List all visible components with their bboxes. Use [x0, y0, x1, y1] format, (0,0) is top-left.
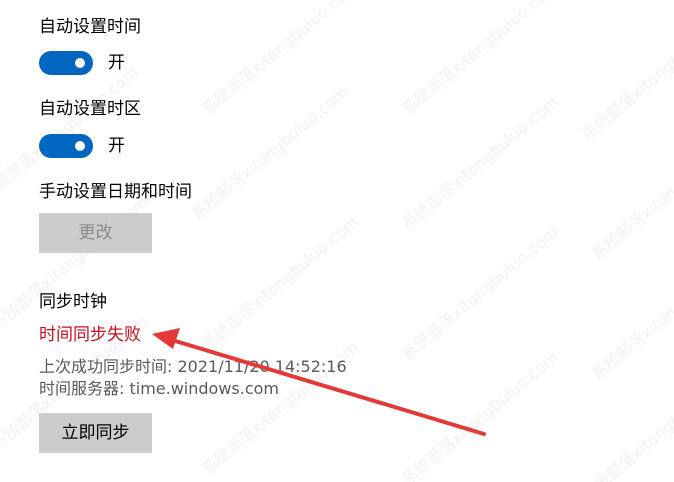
sync-clock-heading: 同步时钟 [39, 292, 107, 312]
watermark-text: 系统部落xitongbuluo.com [588, 242, 674, 385]
watermark-text: 系统部落xitongbuluo.com [578, 2, 674, 145]
auto-time-toggle[interactable] [39, 51, 93, 75]
auto-time-label: 自动设置时间 [39, 17, 141, 37]
watermark-text: 系统部落xitongbuluo.com [188, 82, 352, 225]
watermark-text: 系统部落xitongbuluo.com [398, 92, 562, 235]
watermark-text: 系统部落xitongbuluo.com [198, 212, 362, 355]
auto-timezone-state: 开 [108, 136, 125, 156]
change-button[interactable]: 更改 [39, 213, 152, 253]
watermark-text: 系统部落xitongbuluo.com [588, 122, 674, 265]
auto-timezone-toggle[interactable] [39, 134, 93, 158]
time-server: 时间服务器: time.windows.com [39, 379, 280, 398]
toggle-knob [75, 141, 85, 151]
watermark-text: 系统部落xitongbuluo.com [398, 347, 562, 482]
last-sync-time: 上次成功同步时间: 2021/11/20 14:52:16 [39, 357, 347, 376]
sync-status-error: 时间同步失败 [39, 325, 141, 345]
watermark-text: 系统部落xitongbuluo.com [198, 0, 362, 120]
manual-datetime-label: 手动设置日期和时间 [39, 182, 192, 202]
auto-time-state: 开 [108, 53, 125, 73]
sync-now-button[interactable]: 立即同步 [39, 413, 152, 453]
auto-timezone-label: 自动设置时区 [39, 99, 141, 119]
toggle-knob [75, 58, 85, 68]
arrow-head [152, 328, 180, 349]
watermark-text: 系统部落xitongbuluo.com [398, 222, 562, 365]
watermark-text: 系统部落xitongbuluo.com [578, 362, 674, 482]
watermark-text: 系统部落xitongbuluo.com [398, 0, 562, 120]
